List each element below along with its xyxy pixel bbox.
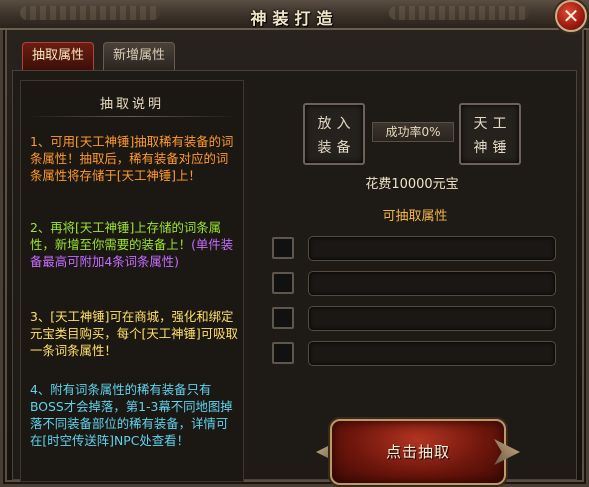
attributes-title: 可抽取属性 bbox=[382, 209, 448, 224]
close-button[interactable]: ✕ bbox=[555, 0, 587, 32]
equipment-slot[interactable]: 放入装备 bbox=[303, 103, 365, 165]
attribute-checkbox[interactable] bbox=[272, 272, 294, 294]
tab-add-attributes[interactable]: 新增属性 bbox=[103, 42, 175, 70]
explanation-divider bbox=[26, 116, 238, 117]
extract-button-frame: 点击抽取 bbox=[316, 415, 520, 487]
window-title: 神装打造 bbox=[250, 9, 339, 28]
attribute-field bbox=[308, 341, 556, 366]
explanation-item-2: 2、再将[天工神锤]上存储的词条属性，新增至你需要的装备上！(单件装备最高可附加… bbox=[30, 219, 238, 270]
explanation-item-3: 3、[天工神锤]可在商城，强化和绑定元宝类目购买，每个[天工神锤]可吸取一条词条… bbox=[30, 309, 238, 358]
attribute-checkbox[interactable] bbox=[272, 237, 294, 259]
attribute-field bbox=[308, 236, 556, 261]
close-icon: ✕ bbox=[562, 4, 580, 28]
attribute-checkbox[interactable] bbox=[272, 307, 294, 329]
tab-extract-attributes[interactable]: 抽取属性 bbox=[22, 42, 94, 70]
attribute-field bbox=[308, 306, 556, 331]
attribute-checkbox[interactable] bbox=[272, 342, 294, 364]
attribute-field bbox=[308, 271, 556, 296]
explanation-item-1: 1、可用[天工神锤]抽取稀有装备的词条属性！抽取后，稀有装备对应的词条属性将存储… bbox=[30, 134, 234, 183]
extract-button[interactable]: 点击抽取 bbox=[330, 419, 506, 485]
hammer-slot[interactable]: 天工神锤 bbox=[459, 103, 521, 165]
success-rate: 成功率0% bbox=[372, 122, 454, 142]
explanation-item-4: 4、附有词条属性的稀有装备只有BOSS才会掉落，第1-3幕不同地图掉落不同装备部… bbox=[30, 382, 233, 448]
explanation-title: 抽取说明 bbox=[99, 97, 164, 112]
cost-label: 花费10000元宝 bbox=[365, 177, 459, 192]
